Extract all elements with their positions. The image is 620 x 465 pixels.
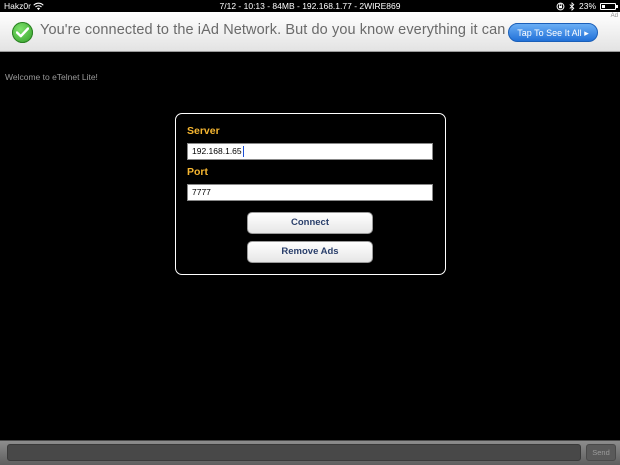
bluetooth-icon xyxy=(569,1,575,11)
ad-banner[interactable]: You're connected to the iAd Network. But… xyxy=(0,12,620,52)
status-info: 7/12 - 10:13 - 84MB - 192.168.1.77 - 2WI… xyxy=(219,1,401,11)
connect-button[interactable]: Connect xyxy=(247,212,373,234)
port-label: Port xyxy=(187,166,208,178)
send-button[interactable]: Send xyxy=(586,444,616,461)
ad-message: You're connected to the iAd Network. But… xyxy=(40,22,535,38)
battery-tip xyxy=(616,4,618,8)
checkmark-icon xyxy=(12,22,33,43)
rotation-lock-icon xyxy=(556,2,565,10)
chevron-right-icon: ▸ xyxy=(584,28,589,38)
battery-percent: 23% xyxy=(578,1,596,11)
status-right-group: 23% xyxy=(556,0,618,12)
port-field[interactable]: 7777 xyxy=(187,184,433,201)
remove-ads-button[interactable]: Remove Ads xyxy=(247,241,373,263)
welcome-message: Welcome to eTelnet Lite! xyxy=(5,72,98,82)
battery-icon xyxy=(600,2,618,10)
ad-cta-label: Tap To See It All xyxy=(517,28,582,38)
command-input[interactable] xyxy=(7,444,581,461)
port-value: 7777 xyxy=(192,187,211,197)
battery-level-fill xyxy=(602,4,605,8)
text-caret xyxy=(242,146,244,158)
connection-panel: Server 192.168.1.65 Port 7777 Connect Re… xyxy=(175,113,446,275)
server-label: Server xyxy=(187,125,220,137)
server-field[interactable]: 192.168.1.65 xyxy=(187,143,433,160)
command-bar: Send xyxy=(0,440,620,465)
ad-badge: Ad xyxy=(610,13,618,19)
ad-cta-button[interactable]: Tap To See It All ▸ xyxy=(508,23,598,42)
status-bar: Hakz0r 7/12 - 10:13 - 84MB - 192.168.1.7… xyxy=(0,0,620,12)
server-value: 192.168.1.65 xyxy=(192,146,242,156)
